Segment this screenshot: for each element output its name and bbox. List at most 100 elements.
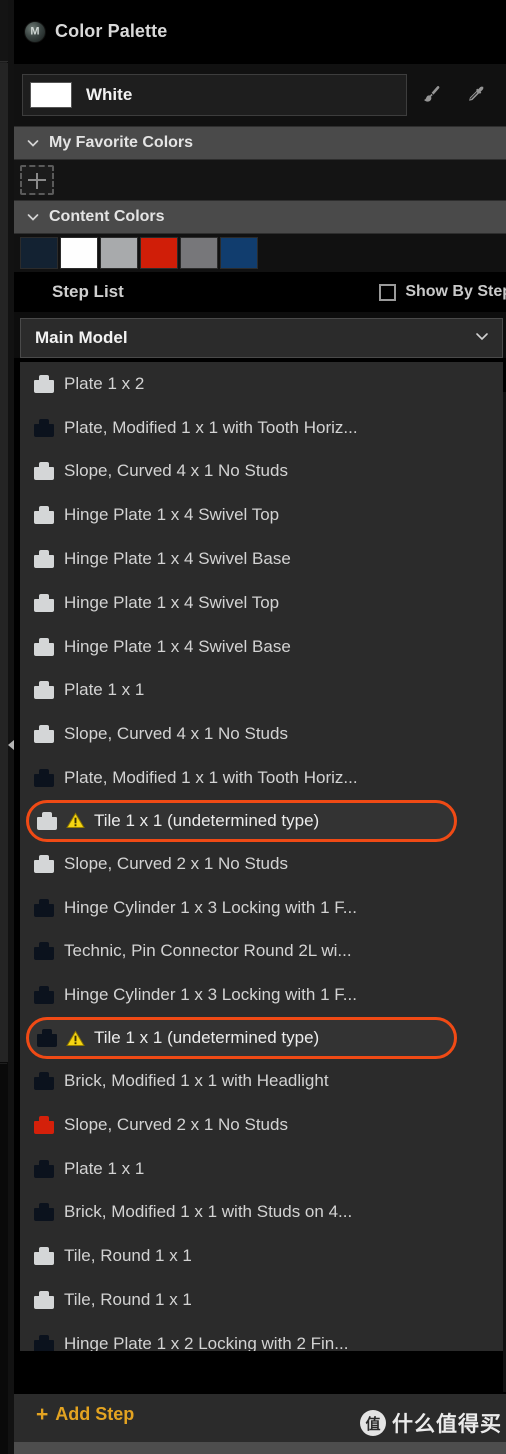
- model-selector-wrap: Main Model: [14, 312, 506, 358]
- part-color-brick-icon: [34, 725, 54, 744]
- paintbrush-icon[interactable]: [421, 83, 443, 107]
- show-by-step-checkbox[interactable]: [379, 283, 397, 301]
- part-row-label: Plate 1 x 2: [64, 373, 145, 393]
- part-row[interactable]: Plate 1 x 1: [20, 669, 503, 713]
- part-row[interactable]: Technic, Pin Connector Round 2L wi...: [20, 930, 503, 974]
- part-color-brick-icon: [37, 811, 57, 830]
- part-row[interactable]: Slope, Curved 4 x 1 No Studs: [20, 450, 503, 494]
- part-row[interactable]: Brick, Modified 1 x 1 with Headlight: [20, 1059, 503, 1103]
- content-color-swatch[interactable]: [100, 237, 138, 269]
- part-color-brick-icon: [34, 1159, 54, 1178]
- part-color-brick-icon: [34, 942, 54, 961]
- watermark: 值 什么值得买: [360, 1408, 502, 1438]
- part-row-label: Tile 1 x 1 (undetermined type): [94, 1028, 320, 1048]
- add-step-label: Add Step: [55, 1404, 135, 1424]
- eyedropper-icon[interactable]: [465, 83, 487, 107]
- part-color-brick-icon: [34, 506, 54, 525]
- part-row-label: Brick, Modified 1 x 1 with Studs on 4...: [64, 1202, 353, 1222]
- part-row-label: Hinge Plate 1 x 4 Swivel Top: [64, 592, 280, 612]
- watermark-logo: 值: [360, 1410, 386, 1436]
- part-row[interactable]: Hinge Plate 1 x 4 Swivel Base: [20, 625, 503, 669]
- part-color-brick-icon: [34, 418, 54, 437]
- part-row-label: Hinge Cylinder 1 x 3 Locking with 1 F...: [64, 897, 357, 917]
- part-color-brick-icon: [34, 593, 54, 612]
- part-row[interactable]: Plate, Modified 1 x 1 with Tooth Horiz..…: [20, 406, 503, 450]
- favorites-header-label: My Favorite Colors: [49, 134, 194, 151]
- part-row[interactable]: Tile, Round 1 x 1: [20, 1234, 503, 1278]
- add-step-button[interactable]: + Add Step: [36, 1404, 134, 1425]
- part-row[interactable]: Slope, Curved 2 x 1 No Studs: [20, 842, 503, 886]
- part-color-brick-icon: [34, 986, 54, 1005]
- part-row-label: Brick, Modified 1 x 1 with Headlight: [64, 1071, 329, 1091]
- show-by-step-label: Show By Step: [405, 283, 506, 300]
- content-colors-header-label: Content Colors: [49, 208, 165, 225]
- part-row-label: Plate 1 x 1: [64, 1158, 145, 1178]
- part-row[interactable]: Plate, Modified 1 x 1 with Tooth Horiz..…: [20, 756, 503, 800]
- part-row[interactable]: Hinge Cylinder 1 x 3 Locking with 1 F...: [20, 973, 503, 1017]
- titlebar: Color Palette: [14, 0, 506, 64]
- model-dropdown-value: Main Model: [35, 328, 128, 347]
- part-row[interactable]: Hinge Cylinder 1 x 3 Locking with 1 F...: [20, 886, 503, 930]
- add-favorite-color-button[interactable]: [20, 165, 54, 195]
- color-palette-window: Color Palette White: [0, 0, 506, 1454]
- page-title: Color Palette: [55, 21, 168, 41]
- part-row[interactable]: Slope, Curved 4 x 1 No Studs: [20, 712, 503, 756]
- content-color-swatch[interactable]: [180, 237, 218, 269]
- content-color-swatch[interactable]: [20, 237, 58, 269]
- show-by-step-control[interactable]: Show By Step: [379, 283, 506, 301]
- part-row-label: Slope, Curved 4 x 1 No Studs: [64, 461, 288, 481]
- part-row-label: Hinge Plate 1 x 4 Swivel Top: [64, 505, 280, 525]
- part-row[interactable]: Hinge Plate 1 x 4 Swivel Base: [20, 537, 503, 581]
- part-color-brick-icon: [34, 898, 54, 917]
- part-color-brick-icon: [34, 1203, 54, 1222]
- app-logo-icon: [24, 20, 46, 43]
- part-row[interactable]: Tile, Round 1 x 1: [20, 1278, 503, 1322]
- left-edge-segment-bottom: [0, 1064, 8, 1454]
- part-color-brick-icon: [34, 769, 54, 788]
- part-color-brick-icon: [34, 854, 54, 873]
- part-row-label: Slope, Curved 4 x 1 No Studs: [64, 724, 288, 744]
- watermark-text: 什么值得买: [392, 1412, 502, 1436]
- content-color-swatch[interactable]: [140, 237, 178, 269]
- step-part-list[interactable]: Plate 1 x 2 Plate, Modified 1 x 1 with To…: [20, 362, 503, 1351]
- part-row[interactable]: Plate 1 x 1: [20, 1147, 503, 1191]
- part-color-brick-icon: [34, 1291, 54, 1310]
- part-row-flagged[interactable]: Tile 1 x 1 (undetermined type): [26, 1017, 457, 1060]
- favorites-swatch-strip: [14, 160, 506, 200]
- part-color-brick-icon: [34, 637, 54, 656]
- part-color-brick-icon: [34, 1247, 54, 1266]
- part-row-flagged[interactable]: Tile 1 x 1 (undetermined type): [26, 799, 457, 842]
- part-row-label: Tile, Round 1 x 1: [64, 1290, 192, 1310]
- section-header-favorites[interactable]: My Favorite Colors: [14, 126, 506, 160]
- part-row-label: Plate, Modified 1 x 1 with Tooth Horiz..…: [64, 417, 358, 437]
- part-row-label: Tile 1 x 1 (undetermined type): [94, 810, 320, 830]
- left-edge-segment-top: [0, 0, 8, 62]
- part-row[interactable]: Brick, Modified 1 x 1 with Studs on 4...: [20, 1191, 503, 1235]
- part-row-label: Hinge Plate 1 x 4 Swivel Base: [64, 549, 291, 569]
- part-color-brick-icon: [34, 1072, 54, 1091]
- selected-color-row: White: [14, 64, 506, 126]
- part-row-label: Hinge Cylinder 1 x 3 Locking with 1 F...: [64, 985, 357, 1005]
- part-color-brick-icon: [37, 1029, 57, 1048]
- part-row[interactable]: Hinge Plate 1 x 2 Locking with 2 Fin...: [20, 1322, 503, 1351]
- part-row[interactable]: Hinge Plate 1 x 4 Swivel Top: [20, 493, 503, 537]
- warning-triangle-icon: [66, 1030, 85, 1047]
- selected-color-field[interactable]: White: [22, 74, 407, 116]
- section-header-content-colors[interactable]: Content Colors: [14, 200, 506, 234]
- part-row-label: Hinge Plate 1 x 2 Locking with 2 Fin...: [64, 1333, 349, 1351]
- content-color-swatch[interactable]: [60, 237, 98, 269]
- left-edge-segment-middle: [0, 63, 8, 1063]
- part-row[interactable]: Hinge Plate 1 x 4 Swivel Top: [20, 581, 503, 625]
- part-color-brick-icon: [34, 1115, 54, 1134]
- content-colors-swatch-strip: [14, 234, 506, 272]
- part-row[interactable]: Plate 1 x 2: [20, 362, 503, 406]
- part-row-label: Slope, Curved 2 x 1 No Studs: [64, 1114, 288, 1134]
- part-row[interactable]: Slope, Curved 2 x 1 No Studs: [20, 1103, 503, 1147]
- content-color-swatch[interactable]: [220, 237, 258, 269]
- footer-statusbar: [14, 1442, 506, 1454]
- panel-main-column: Color Palette White: [14, 0, 506, 1454]
- color-tools: [421, 83, 487, 107]
- part-color-brick-icon: [34, 374, 54, 393]
- part-color-brick-icon: [34, 1334, 54, 1351]
- model-dropdown[interactable]: Main Model: [20, 318, 503, 358]
